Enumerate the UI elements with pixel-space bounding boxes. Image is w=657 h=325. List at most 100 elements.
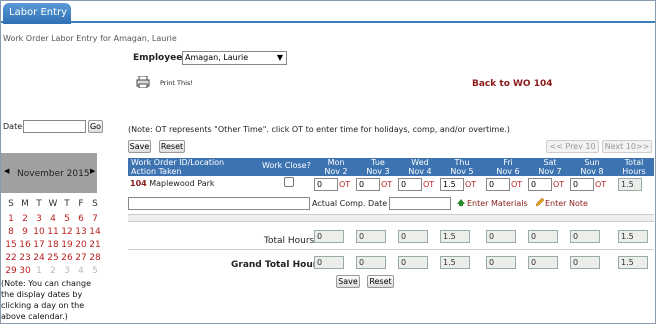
header-date-5: Nov 7 bbox=[538, 167, 562, 176]
calendar-day[interactable]: 8 bbox=[5, 227, 17, 237]
employee-label: Employee bbox=[133, 53, 183, 63]
header-action-taken: Action Taken bbox=[131, 167, 182, 176]
action-taken-input[interactable] bbox=[128, 197, 310, 210]
save-button-bottom[interactable]: Save bbox=[336, 275, 360, 288]
calendar-day[interactable]: 14 bbox=[89, 227, 101, 237]
total-divider bbox=[128, 249, 654, 250]
comp-date-input[interactable] bbox=[389, 197, 451, 210]
tab-bar: Labor Entry bbox=[1, 1, 655, 24]
calendar-month: November 2015 bbox=[17, 169, 90, 179]
reset-button-bottom[interactable]: Reset bbox=[367, 275, 394, 288]
grand-total-label: Grand Total Hours bbox=[231, 260, 323, 270]
grand-total-0 bbox=[314, 256, 344, 269]
header-total: Total bbox=[624, 158, 644, 167]
calendar-day[interactable]: 17 bbox=[33, 240, 45, 250]
pencil-icon[interactable] bbox=[535, 197, 545, 207]
calendar-day[interactable]: 25 bbox=[47, 253, 59, 263]
hours-input-4[interactable] bbox=[486, 178, 510, 191]
materials-icon[interactable] bbox=[456, 197, 466, 207]
calendar-day[interactable]: 5 bbox=[61, 214, 73, 224]
prev-month-icon[interactable]: ◀ bbox=[4, 167, 9, 175]
calendar-day[interactable]: 1 bbox=[5, 214, 17, 224]
header-day-0: Mon bbox=[327, 158, 345, 167]
calendar-day[interactable]: 5 bbox=[89, 266, 101, 276]
hours-input-3[interactable] bbox=[440, 178, 464, 191]
enter-materials-link[interactable]: Enter Materials bbox=[467, 199, 528, 208]
calendar-day[interactable]: 18 bbox=[47, 240, 59, 250]
comp-date-label: Actual Comp. Date bbox=[312, 199, 388, 208]
tab-labor-entry[interactable]: Labor Entry bbox=[3, 3, 71, 24]
total-hours-2 bbox=[398, 230, 428, 243]
calendar-day[interactable]: 2 bbox=[19, 214, 31, 224]
calendar-day[interactable]: 27 bbox=[75, 253, 87, 263]
calendar-day[interactable]: 23 bbox=[19, 253, 31, 263]
total-hours-6 bbox=[570, 230, 600, 243]
calendar-day[interactable]: 15 bbox=[5, 240, 17, 250]
enter-note-link[interactable]: Enter Note bbox=[545, 199, 588, 208]
header-date-6: Nov 8 bbox=[580, 167, 604, 176]
ot-link-0[interactable]: OT bbox=[339, 180, 350, 189]
calendar-day[interactable]: 1 bbox=[33, 266, 45, 276]
ot-link-3[interactable]: OT bbox=[465, 180, 476, 189]
hours-input-6[interactable] bbox=[570, 178, 594, 191]
row-total-hours bbox=[618, 178, 642, 191]
next-10-button[interactable]: Next 10>> bbox=[602, 140, 652, 153]
calendar-day[interactable]: 26 bbox=[61, 253, 73, 263]
calendar-day[interactable]: 9 bbox=[19, 227, 31, 237]
calendar-day[interactable]: 22 bbox=[5, 253, 17, 263]
grand-total-3 bbox=[440, 256, 470, 269]
total-hours-4 bbox=[486, 230, 516, 243]
calendar-day[interactable]: 16 bbox=[19, 240, 31, 250]
hours-input-5[interactable] bbox=[528, 178, 552, 191]
calendar-day[interactable]: 13 bbox=[75, 227, 87, 237]
calendar-day[interactable]: 24 bbox=[33, 253, 45, 263]
printer-icon[interactable] bbox=[136, 75, 150, 89]
work-order-id[interactable]: 104 bbox=[130, 179, 147, 188]
calendar-day[interactable]: 4 bbox=[75, 266, 87, 276]
calendar-day[interactable]: 10 bbox=[33, 227, 45, 237]
ot-link-1[interactable]: OT bbox=[381, 180, 392, 189]
total-hours-label: Total Hours bbox=[264, 236, 315, 246]
calendar-day[interactable]: 2 bbox=[47, 266, 59, 276]
grand-total-7 bbox=[618, 256, 648, 269]
next-month-icon[interactable]: ▶ bbox=[90, 167, 95, 175]
calendar-day[interactable]: 29 bbox=[5, 266, 17, 276]
ot-link-6[interactable]: OT bbox=[595, 180, 606, 189]
header-wo-location: Work Order ID/Location bbox=[131, 158, 225, 167]
date-input[interactable] bbox=[23, 120, 86, 133]
calendar-day[interactable]: 7 bbox=[89, 214, 101, 224]
calendar-day[interactable]: 19 bbox=[61, 240, 73, 250]
header-day-4: Fri bbox=[503, 158, 513, 167]
hours-input-0[interactable] bbox=[314, 178, 338, 191]
calendar-day[interactable]: 6 bbox=[75, 214, 87, 224]
hours-input-2[interactable] bbox=[398, 178, 422, 191]
go-button[interactable]: Go bbox=[88, 120, 103, 133]
ot-link-2[interactable]: OT bbox=[423, 180, 434, 189]
calendar-day[interactable]: 11 bbox=[47, 227, 59, 237]
calendar-weekday: M bbox=[21, 199, 29, 209]
calendar-day[interactable]: 3 bbox=[61, 266, 73, 276]
calendar-day[interactable]: 21 bbox=[89, 240, 101, 250]
employee-select[interactable]: Amagan, Laurie ▼ bbox=[182, 51, 287, 65]
work-close-checkbox[interactable] bbox=[284, 177, 294, 187]
prev-10-button[interactable]: << Prev 10 bbox=[546, 140, 599, 153]
calendar-day[interactable]: 3 bbox=[33, 214, 45, 224]
ot-link-5[interactable]: OT bbox=[553, 180, 564, 189]
total-hours-3 bbox=[440, 230, 470, 243]
work-order-cell: 104 Maplewood Park bbox=[130, 179, 215, 188]
grand-total-6 bbox=[570, 256, 600, 269]
back-to-wo-link[interactable]: Back to WO 104 bbox=[472, 79, 553, 89]
hours-input-1[interactable] bbox=[356, 178, 380, 191]
print-link[interactable]: Print This! bbox=[160, 79, 193, 87]
save-button-top[interactable]: Save bbox=[128, 140, 151, 153]
ot-link-4[interactable]: OT bbox=[511, 180, 522, 189]
reset-button-top[interactable]: Reset bbox=[159, 140, 185, 153]
calendar-day[interactable]: 4 bbox=[47, 214, 59, 224]
calendar-day[interactable]: 30 bbox=[19, 266, 31, 276]
total-hours-0 bbox=[314, 230, 344, 243]
calendar-weekday: T bbox=[36, 199, 42, 209]
calendar-day[interactable]: 12 bbox=[61, 227, 73, 237]
header-day-5: Sat bbox=[543, 158, 557, 167]
calendar-day[interactable]: 28 bbox=[89, 253, 101, 263]
calendar-day[interactable]: 20 bbox=[75, 240, 87, 250]
